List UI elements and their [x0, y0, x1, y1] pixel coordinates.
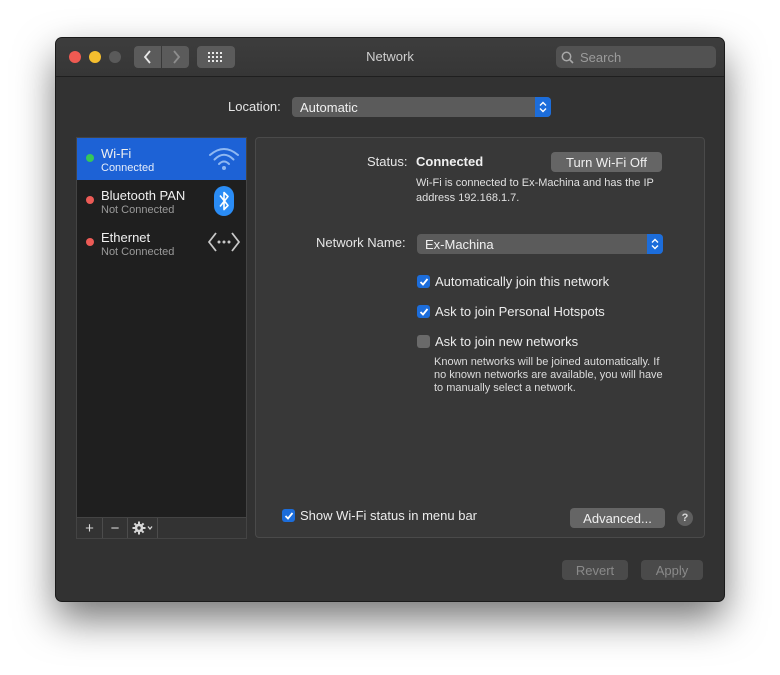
service-status: Connected — [101, 162, 155, 174]
title-bar: Network — [56, 38, 724, 77]
service-name: Wi-Fi — [101, 146, 132, 161]
status-dot — [86, 238, 94, 246]
auto-join-label: Automatically join this network — [435, 274, 610, 289]
network-name-value: Ex-Machina — [425, 236, 494, 252]
service-list-toolbar: + − — [76, 517, 247, 539]
status-dot — [86, 196, 94, 204]
service-list: Wi-Fi Connected Bluetooth PAN Not Connec… — [76, 137, 247, 538]
network-name-label: Network Name: — [316, 235, 406, 250]
gear-icon — [132, 521, 153, 535]
service-name: Bluetooth PAN — [101, 188, 186, 203]
ethernet-icon — [207, 230, 241, 257]
apply-button[interactable]: Apply — [641, 560, 703, 580]
network-name-popup[interactable]: Ex-Machina — [417, 234, 663, 254]
checkbox-empty — [417, 335, 430, 348]
checkmark-icon — [417, 305, 430, 318]
ask-new-networks-hint: Known networks will be joined automatica… — [434, 356, 663, 394]
advanced-button[interactable]: Advanced... — [570, 508, 665, 528]
checkmark-icon — [417, 275, 430, 288]
ask-new-networks-checkbox[interactable]: Ask to join new networks — [417, 334, 578, 349]
help-button[interactable]: ? — [677, 510, 693, 526]
location-value: Automatic — [300, 99, 358, 115]
updown-arrows-icon — [535, 97, 551, 117]
ask-new-networks-label: Ask to join new networks — [435, 334, 579, 349]
turn-wifi-off-button[interactable]: Turn Wi-Fi Off — [551, 152, 662, 172]
revert-button[interactable]: Revert — [562, 560, 628, 580]
wifi-icon — [208, 144, 240, 177]
show-wifi-status-label: Show Wi-Fi status in menu bar — [300, 508, 478, 523]
status-dot — [86, 154, 94, 162]
auto-join-checkbox[interactable]: Automatically join this network — [417, 274, 609, 289]
service-status: Not Connected — [101, 246, 175, 258]
service-name: Ethernet — [101, 230, 151, 245]
location-label: Location: — [228, 99, 281, 114]
remove-service-button[interactable]: − — [103, 518, 128, 538]
location-popup[interactable]: Automatic — [292, 97, 551, 117]
service-status: Not Connected — [101, 204, 175, 216]
bluetooth-icon — [214, 186, 234, 219]
service-item-bluetooth-pan[interactable]: Bluetooth PAN Not Connected — [77, 180, 246, 222]
service-item-wifi[interactable]: Wi-Fi Connected — [77, 138, 246, 180]
wifi-detail-panel: Status: Connected Turn Wi-Fi Off Wi-Fi i… — [255, 137, 705, 538]
checkmark-icon — [282, 509, 295, 522]
network-preferences-window: Network Location: Automatic Wi-Fi Connec… — [56, 38, 724, 601]
updown-arrows-icon — [647, 234, 663, 254]
add-service-button[interactable]: + — [77, 518, 103, 538]
status-value: Connected — [416, 154, 484, 169]
ask-hotspots-checkbox[interactable]: Ask to join Personal Hotspots — [417, 304, 605, 319]
status-description: Wi-Fi is connected to Ex-Machina and has… — [416, 177, 654, 204]
service-item-ethernet[interactable]: Ethernet Not Connected — [77, 222, 246, 264]
search-field[interactable] — [556, 46, 716, 68]
search-icon — [561, 51, 574, 64]
action-menu-button[interactable] — [128, 518, 158, 538]
ask-hotspots-label: Ask to join Personal Hotspots — [435, 304, 605, 319]
status-label: Status: — [367, 154, 408, 169]
show-wifi-status-checkbox[interactable]: Show Wi-Fi status in menu bar — [282, 508, 477, 523]
search-input[interactable] — [578, 48, 707, 66]
